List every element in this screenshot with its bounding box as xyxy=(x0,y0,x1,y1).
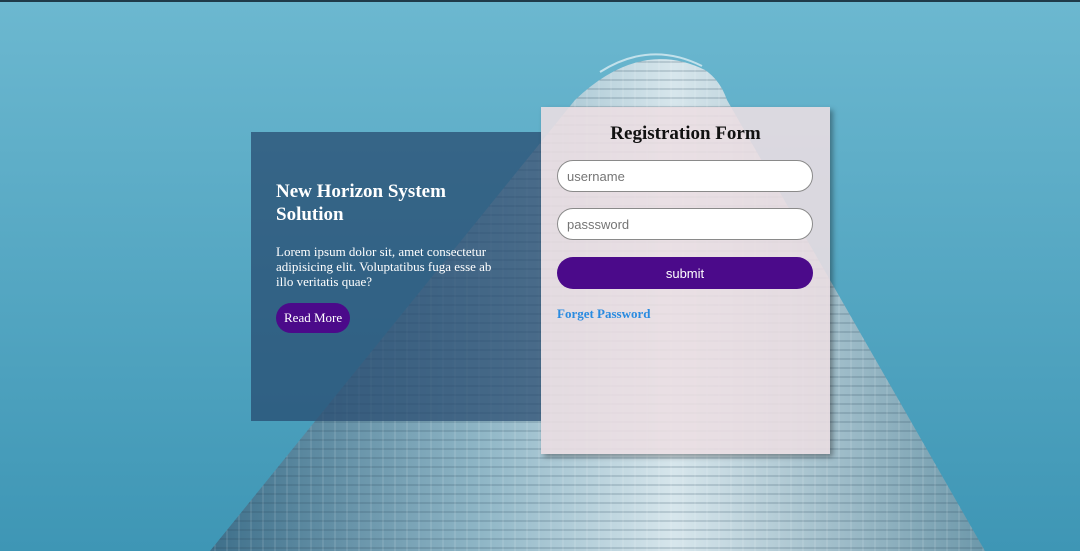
username-input[interactable] xyxy=(557,160,813,192)
info-title: New Horizon System Solution xyxy=(276,181,446,225)
registration-form: Registration Form submit Forget Password xyxy=(541,107,830,454)
form-title: Registration Form xyxy=(610,123,761,144)
submit-button[interactable]: submit xyxy=(557,257,813,289)
info-description: Lorem ipsum dolor sit, amet consectetur … xyxy=(276,244,492,289)
forget-password-link[interactable]: Forget Password xyxy=(557,306,651,322)
read-more-button[interactable]: Read More xyxy=(276,303,351,333)
info-panel: New Horizon System Solution Lorem ipsum … xyxy=(251,132,541,421)
password-input[interactable] xyxy=(557,208,813,240)
